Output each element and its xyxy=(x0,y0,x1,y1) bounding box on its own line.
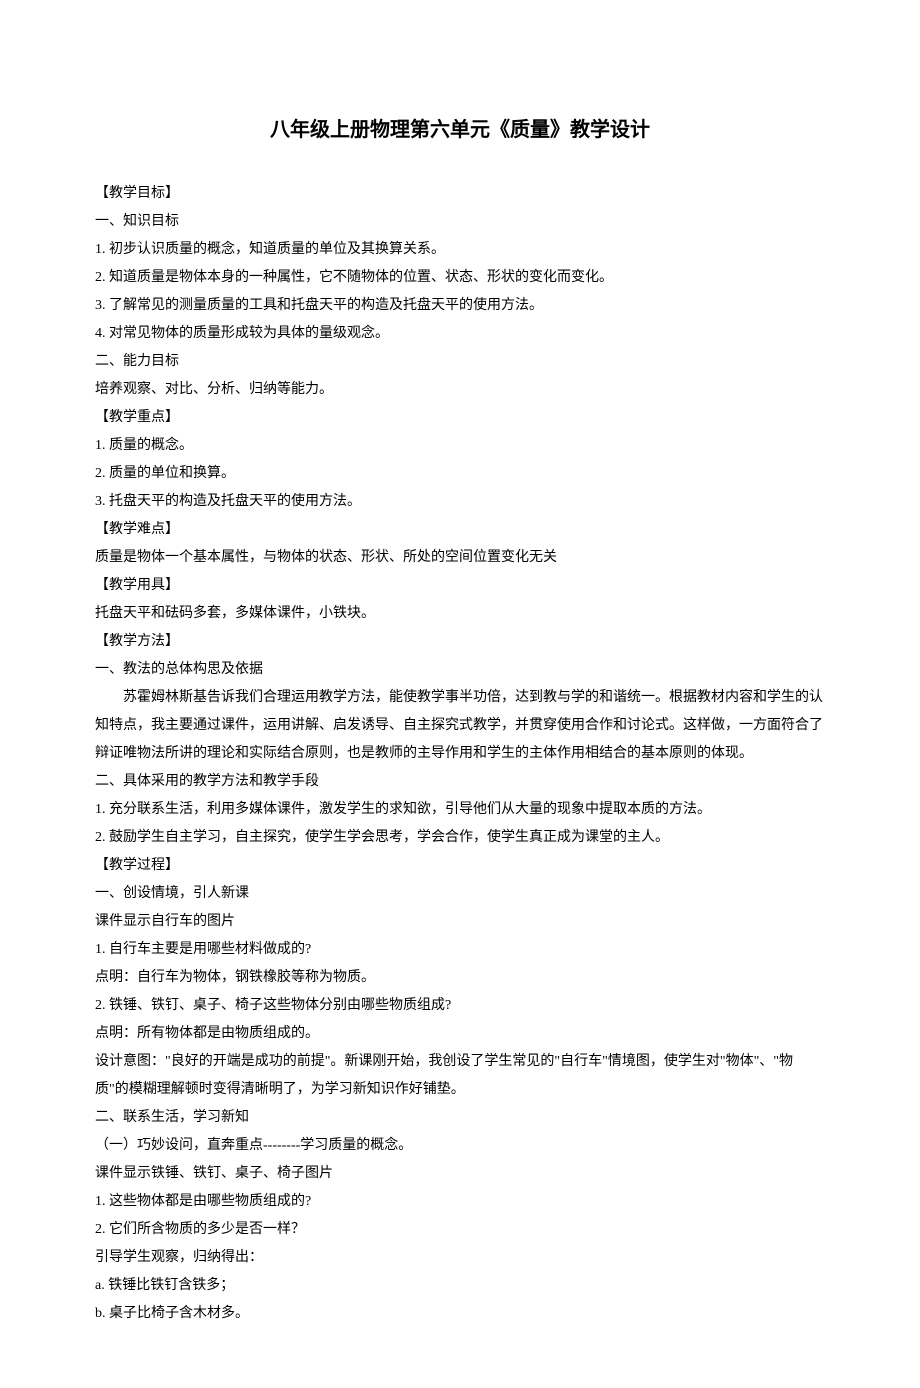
document-line: 课件显示铁锤、铁钉、桌子、椅子图片 xyxy=(95,1160,825,1188)
document-line: 2. 铁锤、铁钉、桌子、椅子这些物体分别由哪些物质组成? xyxy=(95,992,825,1020)
document-line: 质量是物体一个基本属性，与物体的状态、形状、所处的空间位置变化无关 xyxy=(95,544,825,572)
document-line: 【教学过程】 xyxy=(95,852,825,880)
document-line: b. 桌子比椅子含木材多。 xyxy=(95,1300,825,1328)
document-line: 设计意图："良好的开端是成功的前提"。新课刚开始，我创设了学生常见的"自行车"情… xyxy=(95,1048,825,1104)
document-line: 点明：所有物体都是由物质组成的。 xyxy=(95,1020,825,1048)
document-title: 八年级上册物理第六单元《质量》教学设计 xyxy=(95,110,825,150)
document-line: 苏霍姆林斯基告诉我们合理运用教学方法，能使教学事半功倍，达到教与学的和谐统一。根… xyxy=(95,684,825,768)
document-line: a. 铁锤比铁钉含铁多； xyxy=(95,1272,825,1300)
document-line: 【教学目标】 xyxy=(95,180,825,208)
document-line: 托盘天平和砝码多套，多媒体课件，小铁块。 xyxy=(95,600,825,628)
document-body: 【教学目标】一、知识目标1. 初步认识质量的概念，知道质量的单位及其换算关系。2… xyxy=(95,180,825,1328)
document-line: 一、知识目标 xyxy=(95,208,825,236)
document-line: 2. 知道质量是物体本身的一种属性，它不随物体的位置、状态、形状的变化而变化。 xyxy=(95,264,825,292)
document-line: 2. 它们所含物质的多少是否一样？ xyxy=(95,1216,825,1244)
document-line: 二、能力目标 xyxy=(95,348,825,376)
document-line: 1. 自行车主要是用哪些材料做成的? xyxy=(95,936,825,964)
document-line: 2. 质量的单位和换算。 xyxy=(95,460,825,488)
document-line: 【教学难点】 xyxy=(95,516,825,544)
document-line: 2. 鼓励学生自主学习，自主探究，使学生学会思考，学会合作，使学生真正成为课堂的… xyxy=(95,824,825,852)
document-line: 1. 这些物体都是由哪些物质组成的? xyxy=(95,1188,825,1216)
document-line: 引导学生观察，归纳得出： xyxy=(95,1244,825,1272)
document-line: 1. 充分联系生活，利用多媒体课件，激发学生的求知欲，引导他们从大量的现象中提取… xyxy=(95,796,825,824)
document-line: 1. 初步认识质量的概念，知道质量的单位及其换算关系。 xyxy=(95,236,825,264)
document-line: 二、联系生活，学习新知 xyxy=(95,1104,825,1132)
document-line: 3. 了解常见的测量质量的工具和托盘天平的构造及托盘天平的使用方法。 xyxy=(95,292,825,320)
document-line: 【教学方法】 xyxy=(95,628,825,656)
document-line: 【教学用具】 xyxy=(95,572,825,600)
document-line: 3. 托盘天平的构造及托盘天平的使用方法。 xyxy=(95,488,825,516)
document-line: 4. 对常见物体的质量形成较为具体的量级观念。 xyxy=(95,320,825,348)
document-line: 一、创设情境，引人新课 xyxy=(95,880,825,908)
document-line: 培养观察、对比、分析、归纳等能力。 xyxy=(95,376,825,404)
document-line: 课件显示自行车的图片 xyxy=(95,908,825,936)
document-line: 1. 质量的概念。 xyxy=(95,432,825,460)
document-line: （一）巧妙设问，直奔重点--------学习质量的概念。 xyxy=(95,1132,825,1160)
document-line: 一、教法的总体构思及依据 xyxy=(95,656,825,684)
document-line: 二、具体采用的教学方法和教学手段 xyxy=(95,768,825,796)
document-line: 【教学重点】 xyxy=(95,404,825,432)
document-line: 点明：自行车为物体，钢铁橡胶等称为物质。 xyxy=(95,964,825,992)
